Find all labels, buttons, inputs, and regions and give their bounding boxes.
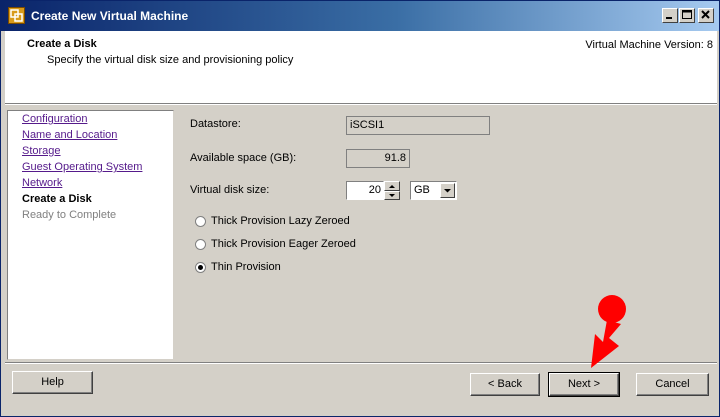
page-title: Create a Disk	[27, 38, 97, 50]
available-space-field: 91.8	[346, 149, 410, 168]
disk-size-input[interactable]: 20	[346, 181, 384, 200]
arrow-up-icon	[389, 185, 395, 188]
nav-step-configuration[interactable]: Configuration	[22, 113, 87, 125]
available-space-label: Available space (GB):	[190, 152, 297, 164]
thin-provision-radio[interactable]	[195, 262, 206, 273]
thin-provision-label[interactable]: Thin Provision	[211, 261, 281, 273]
unit-dropdown-button[interactable]	[440, 183, 455, 198]
wizard-header: Create a Disk Specify the virtual disk s…	[5, 31, 717, 103]
vsphere-icon	[8, 7, 25, 24]
datastore-label: Datastore:	[190, 118, 241, 130]
disk-settings-panel	[177, 110, 715, 360]
close-button[interactable]	[698, 8, 714, 23]
nav-step-create-disk: Create a Disk	[22, 193, 92, 205]
wizard-window: Create New Virtual Machine Create a Disk…	[0, 0, 720, 417]
disk-unit-value: GB	[414, 184, 430, 196]
maximize-icon	[682, 10, 692, 19]
nav-step-ready: Ready to Complete	[22, 209, 117, 221]
cancel-button[interactable]: Cancel	[636, 373, 709, 396]
arrow-down-icon	[389, 194, 395, 197]
increment-button[interactable]	[384, 181, 400, 191]
next-button[interactable]: Next >	[548, 372, 620, 397]
thick-eager-label[interactable]: Thick Provision Eager Zeroed	[211, 238, 356, 250]
thick-lazy-label[interactable]: Thick Provision Lazy Zeroed	[211, 215, 350, 227]
decrement-button[interactable]	[384, 191, 400, 200]
page-subtitle: Specify the virtual disk size and provis…	[47, 54, 294, 66]
disk-size-label: Virtual disk size:	[190, 184, 270, 196]
red-pointer-arrow-icon	[591, 295, 626, 368]
window-title: Create New Virtual Machine	[31, 9, 189, 23]
nav-step-guest-os[interactable]: Guest Operating System	[22, 161, 142, 173]
disk-unit-select[interactable]: GB	[410, 181, 457, 200]
nav-step-storage[interactable]: Storage	[22, 145, 61, 157]
vm-version: Virtual Machine Version: 8	[585, 39, 713, 51]
back-button[interactable]: < Back	[470, 373, 540, 396]
thick-eager-radio[interactable]	[195, 239, 206, 250]
title-bar[interactable]: Create New Virtual Machine	[1, 1, 719, 31]
help-button[interactable]: Help	[12, 371, 93, 394]
minimize-icon	[666, 17, 672, 19]
maximize-button[interactable]	[679, 8, 695, 23]
disk-size-stepper	[384, 181, 400, 200]
thick-lazy-radio[interactable]	[195, 216, 206, 227]
close-icon	[701, 10, 710, 19]
header-divider	[5, 103, 717, 105]
nav-step-name-location[interactable]: Name and Location	[22, 129, 117, 141]
nav-step-network[interactable]: Network	[22, 177, 62, 189]
datastore-field: iSCSI1	[346, 116, 490, 135]
minimize-button[interactable]	[662, 8, 678, 23]
chevron-down-icon	[444, 189, 451, 193]
